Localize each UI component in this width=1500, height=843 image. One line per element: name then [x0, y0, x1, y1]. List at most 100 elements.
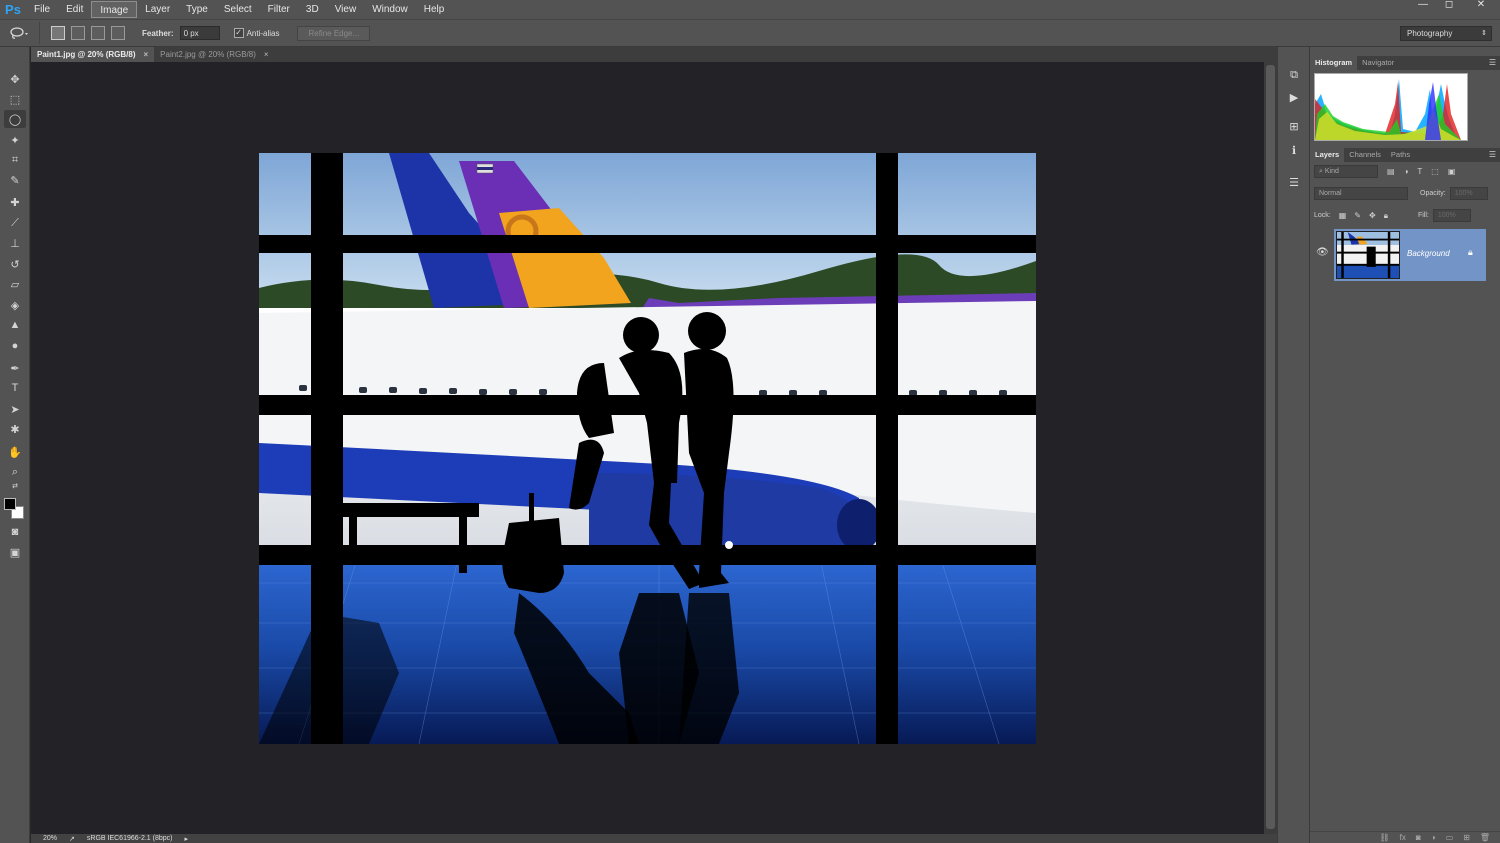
layers-footer: ⛓ fx ◙ ◑ ▭ ⊞ 🗑︎: [1310, 831, 1500, 843]
menu-view[interactable]: View: [327, 1, 365, 18]
workspace-select[interactable]: Photography ⇕: [1400, 26, 1492, 41]
magic-wand-icon[interactable]: ✦: [4, 131, 26, 149]
blend-mode-select[interactable]: Normal: [1314, 187, 1408, 200]
minimize-button[interactable]: —: [1410, 0, 1436, 12]
type-tool-icon[interactable]: T: [4, 379, 26, 397]
status-menu-arrow-icon[interactable]: ▸: [185, 835, 189, 843]
menu-bar: Ps File Edit Image Layer Type Select Fil…: [0, 0, 1500, 19]
zoom-level[interactable]: 20%: [43, 835, 57, 842]
crop-tool-icon[interactable]: ⌗: [4, 151, 26, 169]
history-brush-icon[interactable]: ↺: [4, 255, 26, 273]
healing-brush-icon[interactable]: ✚: [4, 193, 26, 211]
tab-paint2[interactable]: Paint2.jpg @ 20% (RGB/8) ×: [154, 47, 274, 62]
actions-play-icon[interactable]: ▶: [1286, 90, 1302, 106]
hand-tool-icon[interactable]: ✋: [4, 443, 26, 461]
menu-layer[interactable]: Layer: [137, 1, 178, 18]
swap-colors-icon[interactable]: ⇄: [4, 481, 26, 491]
smart-object-filter-icon[interactable]: ▣: [1448, 167, 1456, 176]
intersect-selection-button[interactable]: [111, 26, 125, 40]
layer-thumbnail-image: [1337, 232, 1399, 278]
lock-transparency-icon[interactable]: ▦: [1339, 211, 1347, 220]
adjustments-icon[interactable]: ⊞: [1286, 119, 1302, 135]
dodge-tool-icon[interactable]: ●: [4, 337, 26, 355]
clone-stamp-icon[interactable]: ⊥: [4, 234, 26, 252]
properties-icon[interactable]: ☰: [1286, 175, 1302, 191]
shape-tool-icon[interactable]: ✱: [4, 420, 26, 438]
new-group-icon[interactable]: ▭: [1446, 832, 1454, 843]
lock-position-icon[interactable]: ✥: [1369, 211, 1376, 220]
menu-file[interactable]: File: [26, 1, 58, 18]
info-icon[interactable]: ℹ: [1286, 143, 1302, 159]
tab-histogram[interactable]: Histogram: [1310, 56, 1358, 70]
new-adjustment-icon[interactable]: ◑: [1431, 832, 1436, 843]
tools-panel: ✥ ⬚ ◯ ✦ ⌗ ✎ ✚ ⟋ ⊥ ↺ ▱ ◈ ▲ ● ✒ T ➤ ✱ ✋ ⌕ …: [0, 47, 30, 843]
close-tab-icon[interactable]: ×: [264, 47, 269, 62]
tab-channels[interactable]: Channels: [1344, 148, 1386, 162]
zoom-tool-icon[interactable]: ⌕: [4, 463, 26, 481]
right-panels: Histogram Navigator ☰ Layers Channels Pa…: [1310, 47, 1500, 843]
menu-image[interactable]: Image: [91, 1, 138, 18]
eye-icon[interactable]: 👁︎: [1316, 247, 1329, 258]
pen-tool-icon[interactable]: ✒: [4, 359, 26, 377]
image-filter-icon[interactable]: ▤: [1387, 167, 1395, 176]
fill-input[interactable]: 100%: [1432, 209, 1471, 222]
tab-paths[interactable]: Paths: [1386, 148, 1415, 162]
layer-style-icon[interactable]: fx: [1400, 832, 1406, 843]
foreground-color-swatch[interactable]: [4, 498, 16, 510]
scrollbar-thumb[interactable]: [1266, 65, 1275, 829]
screen-mode-icon[interactable]: ▣: [4, 543, 26, 561]
refine-edge-button[interactable]: Refine Edge...: [297, 25, 371, 41]
add-to-selection-button[interactable]: [71, 26, 85, 40]
export-icon[interactable]: ↗: [69, 835, 75, 843]
document-image[interactable]: [259, 153, 1036, 744]
tab-navigator[interactable]: Navigator: [1357, 56, 1399, 70]
link-layers-icon[interactable]: ⛓: [1380, 832, 1390, 843]
layer-row[interactable]: Background 🔒︎: [1334, 229, 1486, 281]
restore-button[interactable]: ◻: [1436, 0, 1462, 12]
lock-pixels-icon[interactable]: ✎: [1354, 211, 1361, 220]
quick-mask-icon[interactable]: ◙: [4, 523, 26, 541]
opacity-label: Opacity:: [1420, 190, 1446, 197]
tab-paint1[interactable]: Paint1.jpg @ 20% (RGB/8) ×: [31, 47, 155, 62]
shape-filter-icon[interactable]: ⬚: [1431, 167, 1439, 176]
menu-select[interactable]: Select: [216, 1, 260, 18]
paint-bucket-icon[interactable]: ◈: [4, 296, 26, 314]
new-selection-button[interactable]: [51, 26, 65, 40]
menu-filter[interactable]: Filter: [260, 1, 298, 18]
history-panel-icon[interactable]: ⧉: [1286, 67, 1302, 83]
delete-layer-icon[interactable]: 🗑︎: [1480, 832, 1490, 843]
menu-edit[interactable]: Edit: [58, 1, 91, 18]
close-tab-icon[interactable]: ×: [143, 47, 148, 62]
workspace-label: Photography: [1407, 29, 1453, 38]
kind-filter-select[interactable]: ⌕ Kind: [1314, 165, 1378, 178]
antialias-checkbox[interactable]: ✓: [233, 28, 244, 38]
document-tabs: Paint1.jpg @ 20% (RGB/8) × Paint2.jpg @ …: [31, 47, 1280, 62]
adjustment-filter-icon[interactable]: ◑: [1404, 167, 1409, 176]
close-button[interactable]: ✕: [1462, 0, 1500, 12]
menu-type[interactable]: Type: [178, 1, 216, 18]
menu-help[interactable]: Help: [416, 1, 453, 18]
menu-3d[interactable]: 3D: [298, 1, 327, 18]
new-layer-icon[interactable]: ⊞: [1463, 832, 1470, 843]
subtract-from-selection-button[interactable]: [91, 26, 105, 40]
lasso-tool-icon[interactable]: ◯: [4, 110, 26, 128]
brush-tool-icon[interactable]: ⟋: [4, 214, 26, 232]
menu-window[interactable]: Window: [364, 1, 416, 18]
tab-layers[interactable]: Layers: [1310, 148, 1345, 162]
eyedropper-icon[interactable]: ✎: [4, 171, 26, 189]
path-selection-icon[interactable]: ➤: [4, 400, 26, 418]
add-mask-icon[interactable]: ◙: [1416, 832, 1421, 843]
panel-menu-icon[interactable]: ☰: [1489, 148, 1496, 162]
type-filter-icon[interactable]: T: [1417, 167, 1422, 176]
panel-menu-icon[interactable]: ☰: [1489, 56, 1496, 70]
tool-preset-picker[interactable]: [0, 22, 40, 44]
blur-tool-icon[interactable]: ▲: [4, 316, 26, 334]
marquee-tool-icon[interactable]: ⬚: [4, 90, 26, 108]
move-tool-icon[interactable]: ✥: [4, 70, 26, 88]
vertical-scrollbar[interactable]: [1264, 62, 1277, 834]
opacity-input[interactable]: 100%: [1449, 187, 1488, 200]
lock-all-icon[interactable]: 🔒︎: [1384, 211, 1388, 221]
eraser-icon[interactable]: ▱: [4, 275, 26, 293]
lasso-preset-icon: [9, 27, 28, 39]
feather-input[interactable]: [179, 26, 220, 40]
